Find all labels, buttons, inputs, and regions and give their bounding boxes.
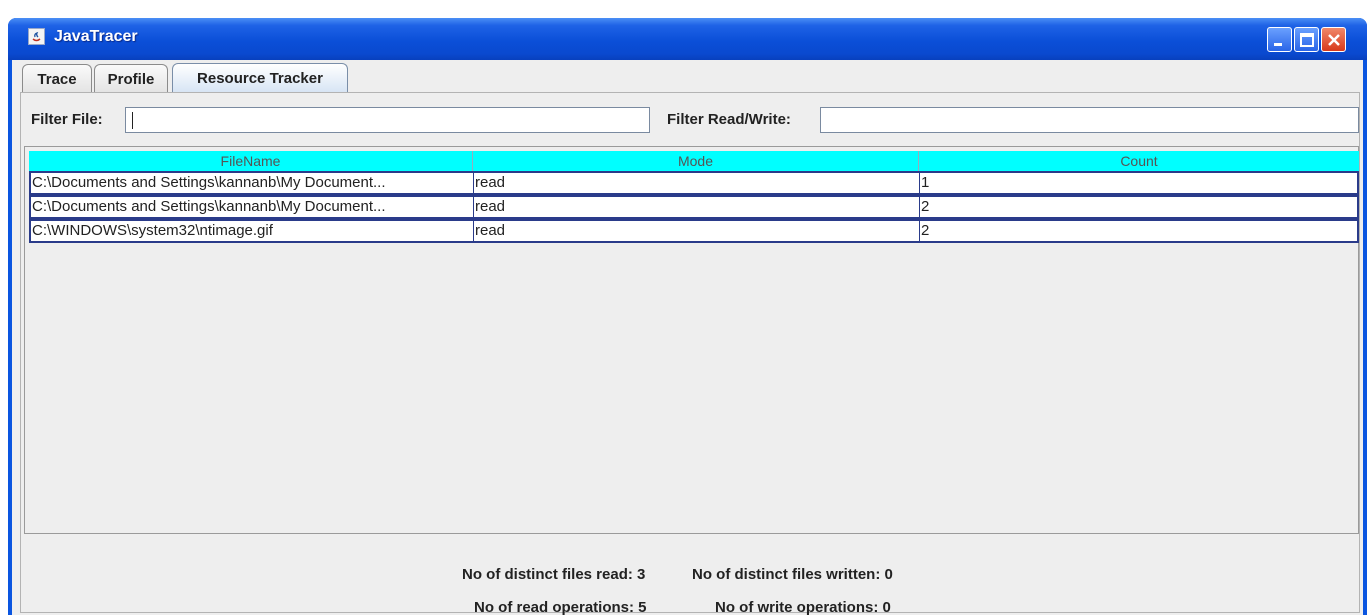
table-row[interactable]: C:\Documents and Settings\kannanb\My Doc…: [29, 171, 1359, 195]
maximize-button[interactable]: [1294, 27, 1319, 52]
cell-filename: C:\WINDOWS\system32\ntimage.gif: [32, 222, 273, 239]
read-operations: No of read operations: 5: [474, 599, 647, 616]
table-row[interactable]: C:\WINDOWS\system32\ntimage.gif read 2: [29, 219, 1359, 243]
cell-count: 1: [919, 173, 1357, 193]
filter-file-input[interactable]: [125, 107, 650, 133]
column-header-filename[interactable]: FileName: [29, 151, 473, 171]
tab-trace[interactable]: Trace: [22, 64, 92, 92]
title-bar[interactable]: JavaTracer: [8, 18, 1367, 60]
client-area: Trace Profile Resource Tracker Filter Fi…: [12, 60, 1363, 616]
cell-mode: read: [473, 173, 919, 193]
minimize-icon: [1274, 43, 1282, 46]
table-header: FileName Mode Count: [29, 151, 1359, 171]
cell-mode: read: [473, 197, 919, 217]
window-title: JavaTracer: [54, 28, 138, 45]
distinct-files-read: No of distinct files read: 3: [462, 566, 646, 583]
distinct-files-written: No of distinct files written: 0: [692, 566, 893, 583]
cell-mode: read: [473, 221, 919, 241]
column-header-mode[interactable]: Mode: [473, 151, 919, 171]
cell-count: 2: [919, 221, 1357, 241]
cell-filename: C:\Documents and Settings\kannanb\My Doc…: [32, 174, 386, 191]
close-icon: [1328, 34, 1340, 46]
filter-file-label: Filter File:: [31, 111, 103, 128]
filter-read-write-input[interactable]: [820, 107, 1359, 133]
cell-count: 2: [919, 197, 1357, 217]
resource-table: FileName Mode Count C:\Documents and Set…: [24, 146, 1359, 534]
maximize-icon: [1300, 33, 1314, 47]
column-header-count[interactable]: Count: [919, 151, 1359, 171]
table-row[interactable]: C:\Documents and Settings\kannanb\My Doc…: [29, 195, 1359, 219]
tab-profile[interactable]: Profile: [94, 64, 168, 92]
write-operations: No of write operations: 0: [715, 599, 891, 616]
java-icon: [28, 28, 45, 45]
tab-resource-tracker[interactable]: Resource Tracker: [172, 63, 348, 93]
cell-filename: C:\Documents and Settings\kannanb\My Doc…: [32, 198, 386, 215]
minimize-button[interactable]: [1267, 27, 1292, 52]
filter-read-write-label: Filter Read/Write:: [667, 111, 791, 128]
tab-bar: Trace Profile Resource Tracker: [12, 60, 1363, 93]
close-button[interactable]: [1321, 27, 1346, 52]
app-window: JavaTracer Trace Profile Resource Tracke…: [8, 18, 1367, 616]
text-caret: [132, 112, 133, 129]
